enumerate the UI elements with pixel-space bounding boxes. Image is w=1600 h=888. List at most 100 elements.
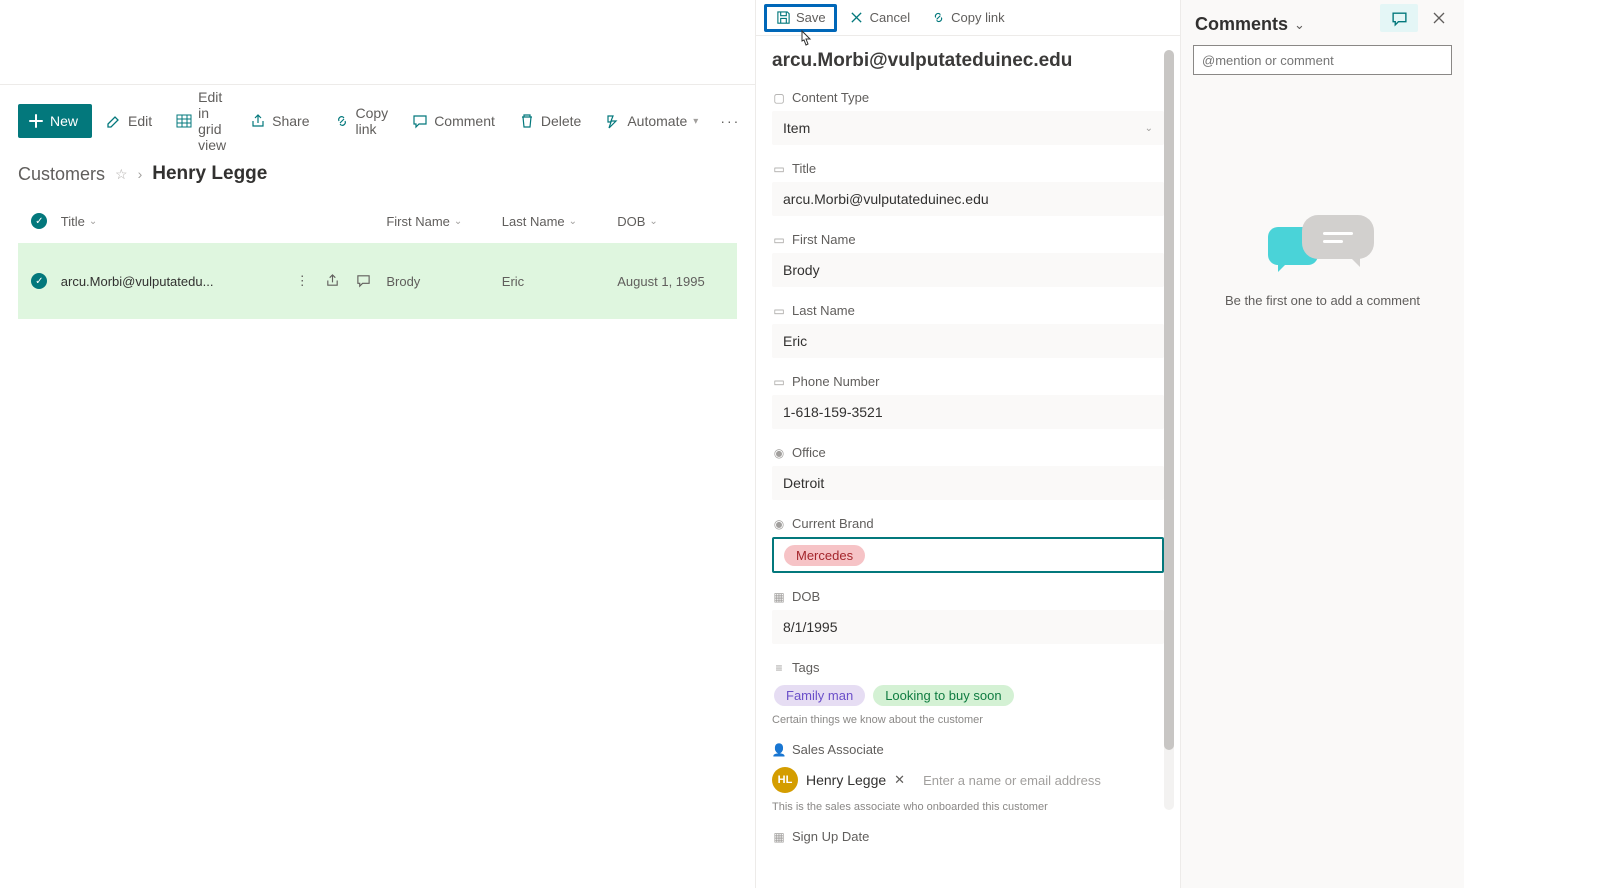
col-title-label: Title [61,214,85,229]
link-icon [334,113,350,129]
chevron-down-icon: ⌄ [89,216,97,227]
person-icon: 👤 [772,743,786,757]
row-more-icon[interactable]: ⋮ [296,273,309,289]
lastname-input[interactable]: Eric [772,324,1164,358]
row-lastname: Eric [502,274,617,289]
edit-label: Edit [128,113,152,129]
field-content-type: ▢Content Type Item ⌄ [772,90,1164,145]
save-button[interactable]: Save [764,4,837,32]
edit-grid-view-button[interactable]: Edit in grid view [166,104,236,138]
column-title[interactable]: Title ⌄ [61,214,292,229]
share-icon [250,113,266,129]
firstname-input[interactable]: Brody [772,253,1164,287]
scrollbar-thumb[interactable] [1164,50,1174,750]
comment-button[interactable]: Comment [402,104,505,138]
text-icon: ▭ [772,304,786,318]
comments-pane: Comments ⌄ Be the first one to add a com… [1180,0,1464,888]
link-icon [930,10,946,26]
column-firstname[interactable]: First Name⌄ [386,214,501,229]
panel-scrollbar[interactable] [1164,50,1174,810]
new-button[interactable]: New [18,104,92,138]
firstname-value: Brody [783,262,820,278]
row-comment-icon[interactable] [356,273,371,289]
share-button[interactable]: Share [240,104,319,138]
close-pane-icon[interactable] [1420,4,1458,32]
person-placeholder: Enter a name or email address [923,773,1101,788]
edit-button[interactable]: Edit [96,104,162,138]
field-office: ◉Office Detroit [772,445,1164,500]
chevron-down-icon: ⌄ [454,216,462,227]
check-circle-icon: ✓ [31,213,47,229]
automate-button[interactable]: Automate ▾ [595,104,708,138]
calendar-icon: ▦ [772,830,786,844]
office-input[interactable]: Detroit [772,466,1164,500]
panel-body[interactable]: arcu.Morbi@vulputateduinec.edu ▢Content … [756,36,1180,888]
row-title-cell[interactable]: arcu.Morbi@vulputatedu... [61,274,292,289]
sales-associate-input[interactable]: HL Henry Legge ✕ Enter a name or email a… [772,763,1164,797]
field-current-brand: ◉Current Brand Mercedes [772,516,1164,573]
content-type-value: Item [783,120,810,136]
pencil-icon [106,113,122,129]
title-input[interactable]: arcu.Morbi@vulputateduinec.edu [772,182,1164,216]
row-select-cell[interactable]: ✓ [18,273,61,289]
label-title: Title [792,161,816,176]
phone-input[interactable]: 1-618-159-3521 [772,395,1164,429]
label-brand: Current Brand [792,516,874,531]
text-icon: ▭ [772,233,786,247]
cancel-label: Cancel [870,10,910,25]
panel-command-bar: Save Cancel Copy link [756,0,1180,36]
column-lastname[interactable]: Last Name⌄ [502,214,617,229]
label-dob: DOB [792,589,820,604]
copy-link-button[interactable]: Copy link [324,104,399,138]
row-share-icon[interactable] [325,273,340,289]
tag-pill-1[interactable]: Family man [774,685,865,706]
column-dob[interactable]: DOB⌄ [617,214,737,229]
list-row-selected[interactable]: ✓ arcu.Morbi@vulputatedu... ⋮ Brody Eric… [18,243,737,319]
dob-input[interactable]: 8/1/1995 [772,610,1164,644]
favorite-star-icon[interactable]: ☆ [115,166,128,183]
tags-input[interactable]: Family man Looking to buy soon [772,681,1164,710]
main-list-area: New Edit Edit in grid view Share Copy li… [0,0,755,888]
breadcrumb: Customers ☆ › Henry Legge [0,157,755,199]
breadcrumb-current: Henry Legge [152,163,267,185]
label-contenttype: Content Type [792,90,869,105]
delete-button[interactable]: Delete [509,104,591,138]
text-icon: ▭ [772,375,786,389]
label-sales: Sales Associate [792,742,884,757]
label-phone: Phone Number [792,374,879,389]
cancel-button[interactable]: Cancel [841,4,918,32]
save-label: Save [796,10,826,25]
tag-pill-2[interactable]: Looking to buy soon [873,685,1013,706]
field-dob: ▦ DOB 8/1/1995 [772,589,1164,644]
save-icon [775,10,791,26]
breadcrumb-separator: › [138,166,143,182]
current-brand-input[interactable]: Mercedes [772,537,1164,573]
check-circle-icon: ✓ [31,273,47,289]
flow-icon [605,113,621,129]
comment-icon [412,113,428,129]
x-icon [849,10,865,26]
comments-toggle-icon[interactable] [1380,4,1418,32]
panel-copy-link-button[interactable]: Copy link [922,4,1012,32]
comment-input[interactable] [1193,45,1452,75]
select-all-cell[interactable]: ✓ [18,213,61,229]
row-actions: ⋮ [292,273,387,289]
grid-label: Edit in grid view [198,89,226,153]
field-sales-associate: 👤 Sales Associate HL Henry Legge ✕ Enter … [772,742,1164,813]
automate-label: Automate [627,113,687,129]
remove-person-icon[interactable]: ✕ [894,772,905,788]
label-office: Office [792,445,826,460]
pane-top-icons [1180,0,1464,36]
sales-help-text: This is the sales associate who onboarde… [772,801,1164,813]
delete-label: Delete [541,113,581,129]
col-ln-label: Last Name [502,214,565,229]
more-actions-button[interactable]: ··· [712,113,748,129]
breadcrumb-list-link[interactable]: Customers [18,164,105,185]
content-type-select[interactable]: Item ⌄ [772,111,1164,145]
top-blank-area [0,0,755,85]
row-dob: August 1, 1995 [617,274,737,289]
calendar-icon: ▦ [772,590,786,604]
brand-pill[interactable]: Mercedes [784,545,865,566]
sales-person-name: Henry Legge [806,772,886,788]
comments-empty-text: Be the first one to add a comment [1225,293,1420,308]
